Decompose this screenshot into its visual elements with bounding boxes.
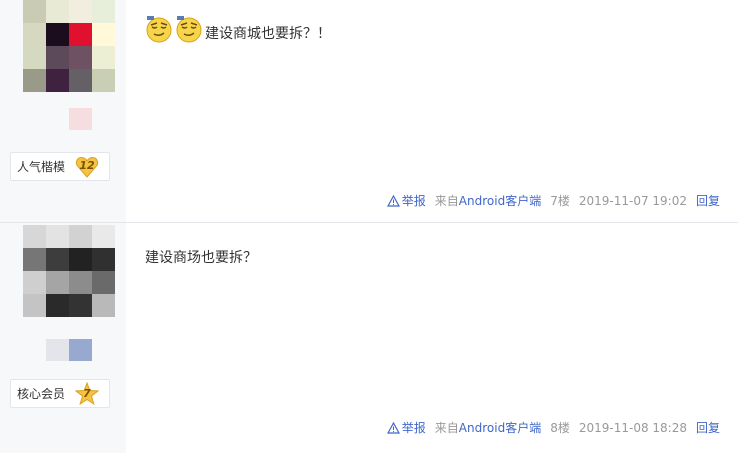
post-content: 建设商城也要拆？！ (145, 15, 331, 43)
badge-label: 人气楷模 (17, 160, 66, 174)
reply-link[interactable]: 回复 (696, 419, 720, 436)
post-meta: 举报 来自Android客户端 7楼 2019-11-07 19:02 回复 (386, 192, 720, 209)
member-badge[interactable]: 人气楷模 12 (10, 152, 110, 181)
report-link[interactable]: 举报 (386, 419, 426, 436)
source-prefix: 来自 (434, 194, 459, 208)
report-link[interactable]: 举报 (386, 192, 426, 209)
author-name-blurred[interactable] (69, 108, 92, 130)
star-level-icon: 7 (75, 382, 99, 406)
author-avatar[interactable] (23, 225, 115, 317)
floor-number: 8楼 (550, 421, 570, 435)
source-app-link[interactable]: Android客户端 (459, 421, 541, 435)
post-content: 建设商场也要拆？ (145, 247, 257, 267)
post-source: 来自Android客户端 (435, 419, 541, 436)
heart-level-icon: 12 (75, 155, 99, 179)
author-name-blurred[interactable] (46, 339, 69, 361)
source-app-link[interactable]: Android客户端 (459, 194, 541, 208)
post-text: 建设商场也要拆？ (145, 250, 257, 266)
warning-triangle-icon (386, 194, 400, 207)
post-time: 2019-11-07 19:02 (578, 193, 687, 208)
post-source: 来自Android客户端 (435, 192, 541, 209)
report-label: 举报 (401, 421, 426, 435)
author-sidebar: 人气楷模 12 (0, 0, 126, 222)
smug-face-emoji-icon (175, 15, 203, 43)
warning-triangle-icon (386, 421, 400, 434)
badge-label: 核心会员 (17, 387, 66, 401)
source-prefix: 来自 (434, 421, 459, 435)
report-label: 举报 (401, 194, 426, 208)
reply-link[interactable]: 回复 (696, 192, 720, 209)
author-sidebar: 核心会员 7 (0, 223, 126, 453)
post-time: 2019-11-08 18:28 (578, 420, 687, 435)
smug-face-emoji-icon (145, 15, 173, 43)
author-avatar[interactable] (23, 0, 115, 92)
post-text: 建设商城也要拆？！ (205, 26, 331, 42)
member-badge[interactable]: 核心会员 7 (10, 379, 110, 408)
author-name-blurred[interactable] (69, 339, 92, 361)
floor-number: 7楼 (550, 194, 570, 208)
level-number: 7 (83, 387, 91, 400)
level-number: 12 (79, 159, 95, 172)
post-floor-8: 核心会员 7 建设商场也要拆？ 举报 来自Android客户端 8楼 2019-… (0, 222, 738, 453)
post-meta: 举报 来自Android客户端 8楼 2019-11-08 18:28 回复 (386, 419, 720, 436)
post-floor-7: 人气楷模 12 建设商城也要拆？！ 举报 来自Android客户端 7楼 201… (0, 0, 738, 222)
